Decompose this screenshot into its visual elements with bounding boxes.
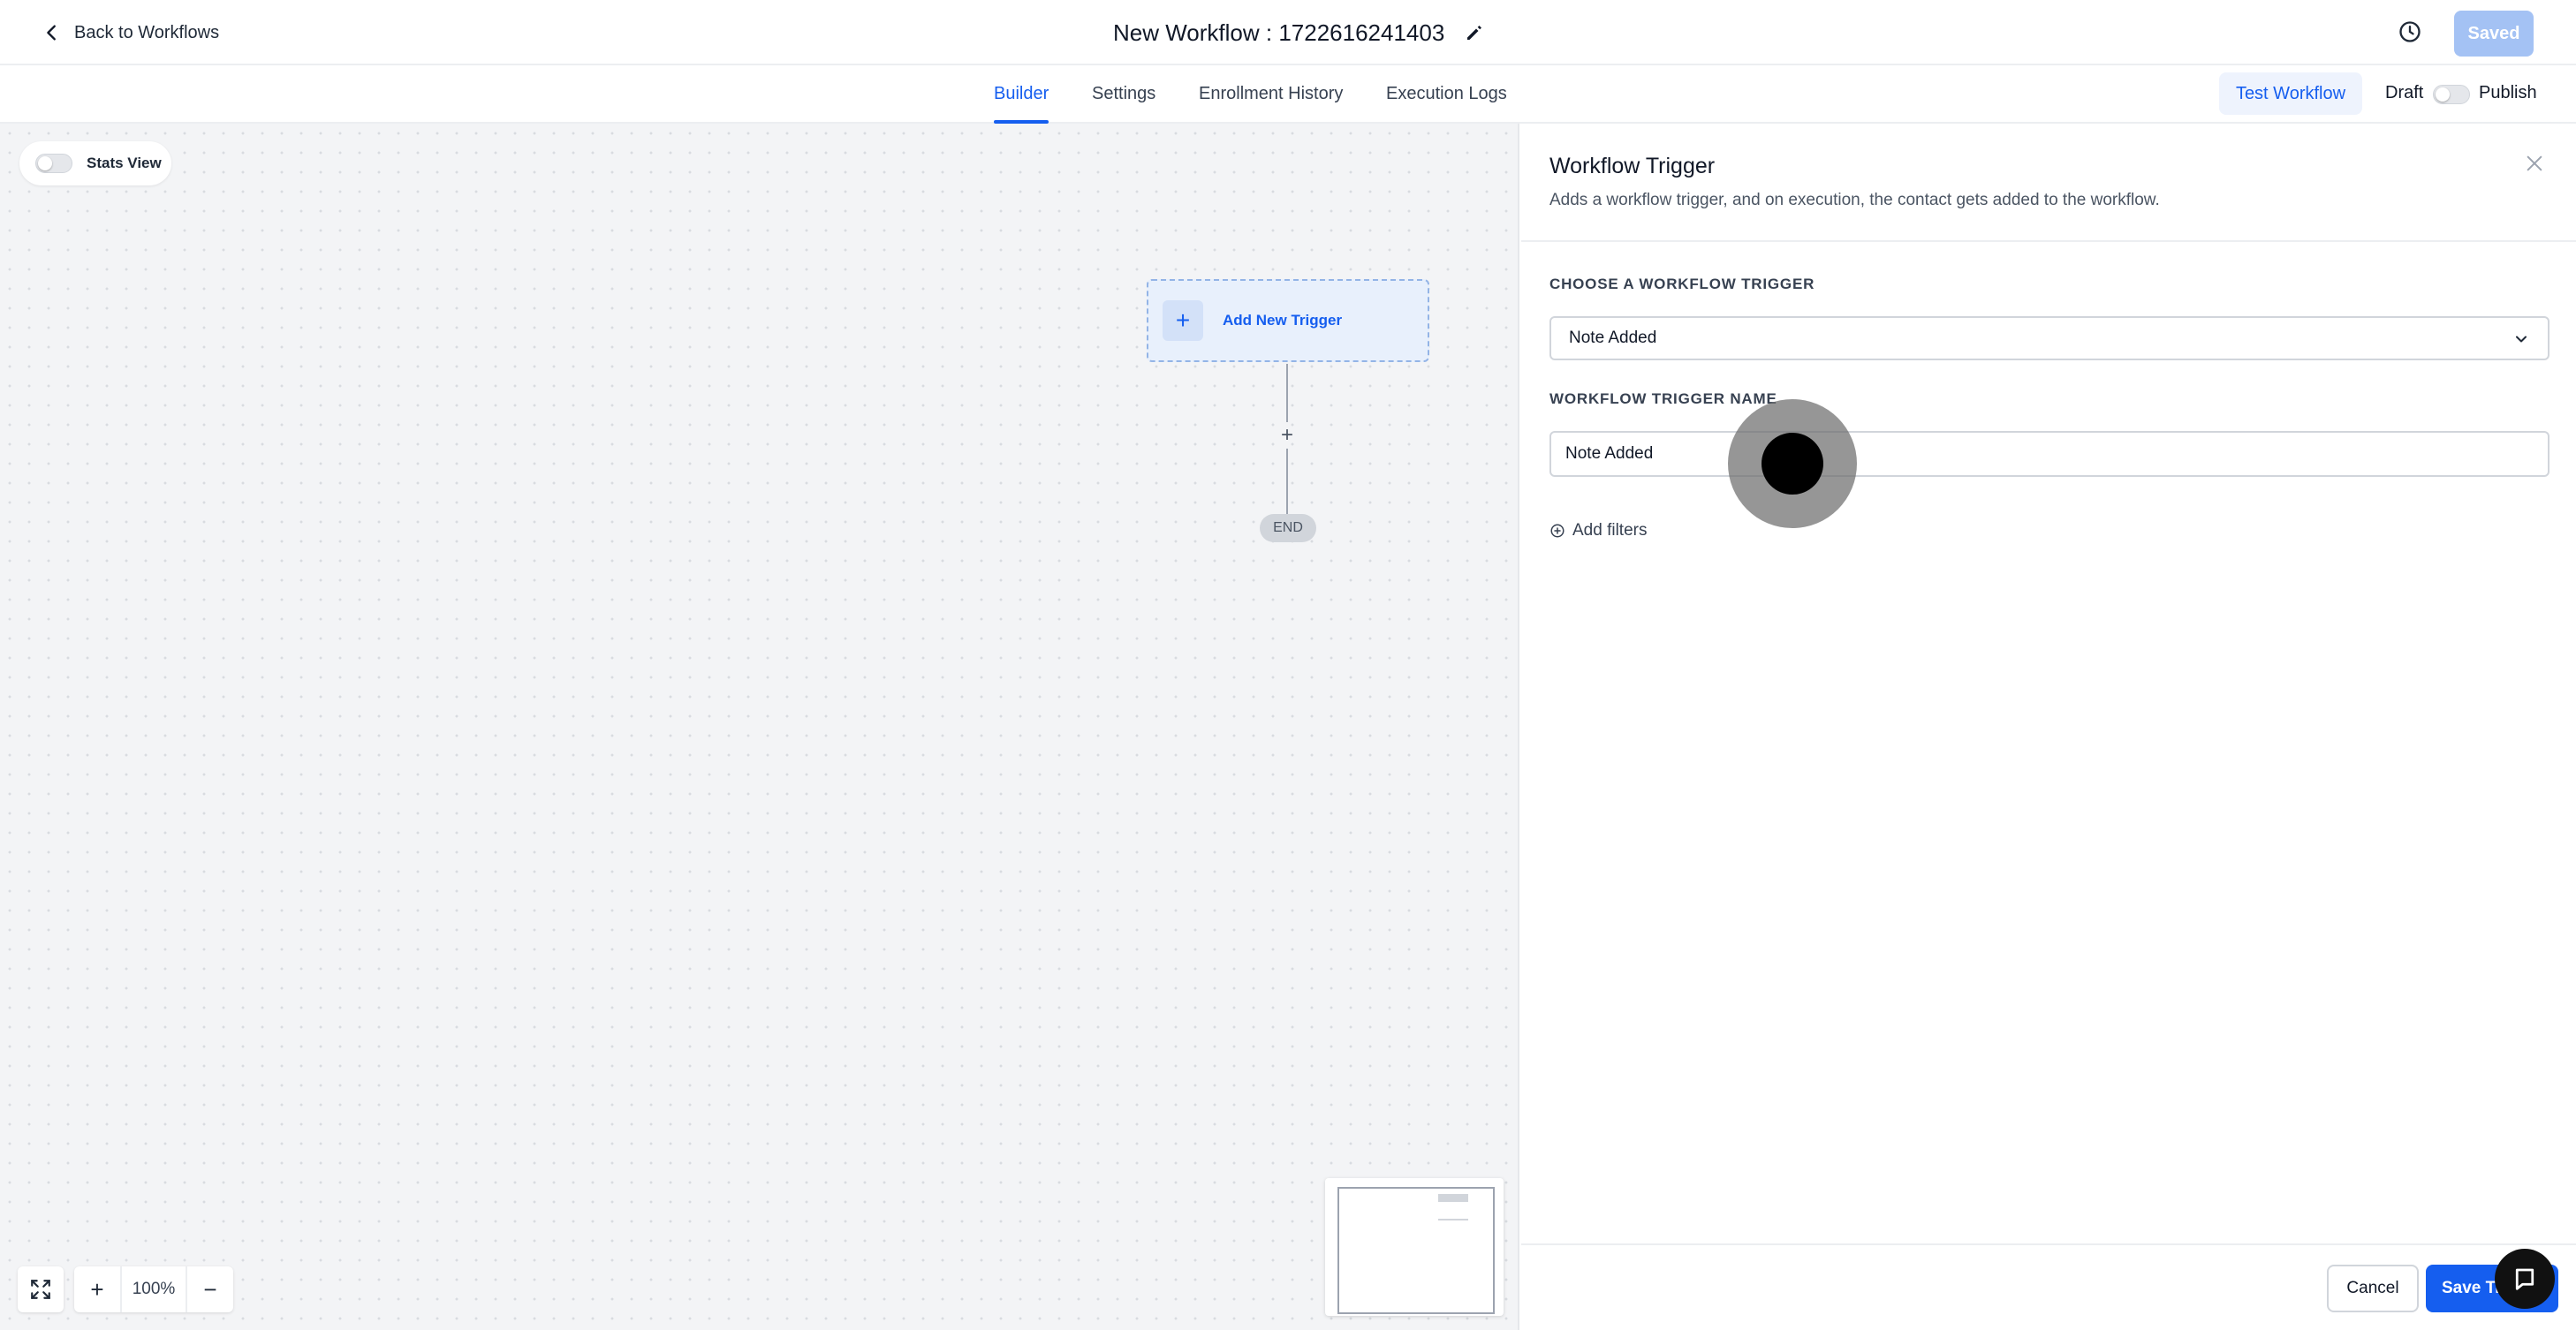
saved-button-label: Saved xyxy=(2467,23,2520,43)
end-node: END xyxy=(1260,514,1316,542)
stats-view-toggle[interactable] xyxy=(35,154,72,173)
choose-trigger-label: CHOOSE A WORKFLOW TRIGGER xyxy=(1549,276,1815,292)
tab-label: Execution Logs xyxy=(1386,83,1507,103)
tab-enrollment-history[interactable]: Enrollment History xyxy=(1199,65,1343,122)
tabs-bar: Builder Settings Enrollment History Exec… xyxy=(0,65,2576,124)
test-workflow-button[interactable]: Test Workflow xyxy=(2219,72,2362,115)
panel-footer: Cancel Save Trigger xyxy=(1521,1243,2576,1330)
workflow-trigger-panel: Workflow Trigger Adds a workflow trigger… xyxy=(1521,124,2576,1330)
panel-description: Adds a workflow trigger, and on executio… xyxy=(1549,191,2160,209)
clock-history-icon[interactable] xyxy=(2394,16,2426,48)
tab-execution-logs[interactable]: Execution Logs xyxy=(1386,65,1507,122)
zoom-out-button[interactable]: − xyxy=(187,1266,233,1312)
test-workflow-label: Test Workflow xyxy=(2235,83,2346,103)
cancel-button[interactable]: Cancel xyxy=(2327,1265,2419,1312)
pencil-icon[interactable] xyxy=(1464,22,1485,43)
trigger-node-label: Add New Trigger xyxy=(1223,312,1343,329)
touch-indicator xyxy=(1728,399,1857,528)
publish-toggle[interactable] xyxy=(2433,85,2470,104)
draft-label: Draft xyxy=(2385,83,2424,102)
add-filters-label: Add filters xyxy=(1572,521,1648,540)
zoom-level: 100% xyxy=(120,1266,187,1312)
touch-dot xyxy=(1762,433,1823,495)
tab-label: Enrollment History xyxy=(1199,83,1344,103)
workflow-title: New Workflow : 1722616241403 xyxy=(1113,19,1445,46)
stats-view-label: Stats View xyxy=(87,155,162,171)
fit-view-button[interactable] xyxy=(18,1266,64,1312)
end-label: END xyxy=(1273,520,1303,535)
connector-line xyxy=(1286,364,1288,422)
panel-header: Workflow Trigger Adds a workflow trigger… xyxy=(1521,124,2576,242)
trigger-select-value: Note Added xyxy=(1569,329,1657,347)
minimap-node xyxy=(1438,1194,1468,1202)
toggle-knob xyxy=(38,156,52,170)
plus-icon: + xyxy=(1163,300,1203,341)
trigger-name-input[interactable] xyxy=(1549,431,2549,477)
add-new-trigger-node[interactable]: + Add New Trigger xyxy=(1147,279,1429,362)
zoom-in-button[interactable]: + xyxy=(74,1266,120,1312)
add-step-plus-icon[interactable]: + xyxy=(1275,423,1299,448)
zoom-controls: + 100% − xyxy=(74,1266,233,1312)
saved-button[interactable]: Saved xyxy=(2454,11,2534,57)
chevron-down-icon xyxy=(2516,336,2527,343)
workflow-title-group: New Workflow : 1722616241403 xyxy=(1113,12,1485,53)
tab-label: Builder xyxy=(994,83,1049,103)
connector-line xyxy=(1286,449,1288,514)
back-link-label: Back to Workflows xyxy=(74,22,220,42)
publish-label: Publish xyxy=(2479,83,2537,102)
workflow-canvas[interactable]: Stats View + Add New Trigger + END + 100… xyxy=(0,124,1519,1330)
add-filters-link[interactable]: Add filters xyxy=(1549,518,1647,544)
chevron-left-icon xyxy=(47,25,56,41)
stats-view-control: Stats View xyxy=(19,141,171,185)
back-to-workflows-link[interactable]: Back to Workflows xyxy=(42,16,219,49)
chat-icon[interactable] xyxy=(2495,1249,2555,1309)
tab-label: Settings xyxy=(1092,83,1156,103)
toggle-knob xyxy=(2436,87,2450,102)
trigger-name-label: WORKFLOW TRIGGER NAME xyxy=(1549,390,1777,407)
trigger-select[interactable]: Note Added xyxy=(1549,316,2549,360)
panel-title: Workflow Trigger xyxy=(1549,154,1716,178)
plus-circle-icon xyxy=(1550,524,1565,538)
minimap-viewport xyxy=(1337,1187,1495,1314)
top-header: Back to Workflows New Workflow : 1722616… xyxy=(0,0,2576,65)
tab-builder[interactable]: Builder xyxy=(994,65,1049,124)
minimap-node xyxy=(1438,1219,1468,1220)
cancel-label: Cancel xyxy=(2346,1279,2399,1297)
minimap[interactable] xyxy=(1325,1178,1504,1316)
tab-settings[interactable]: Settings xyxy=(1092,65,1155,122)
expand-icon xyxy=(31,1280,50,1299)
close-icon[interactable] xyxy=(2521,150,2548,177)
